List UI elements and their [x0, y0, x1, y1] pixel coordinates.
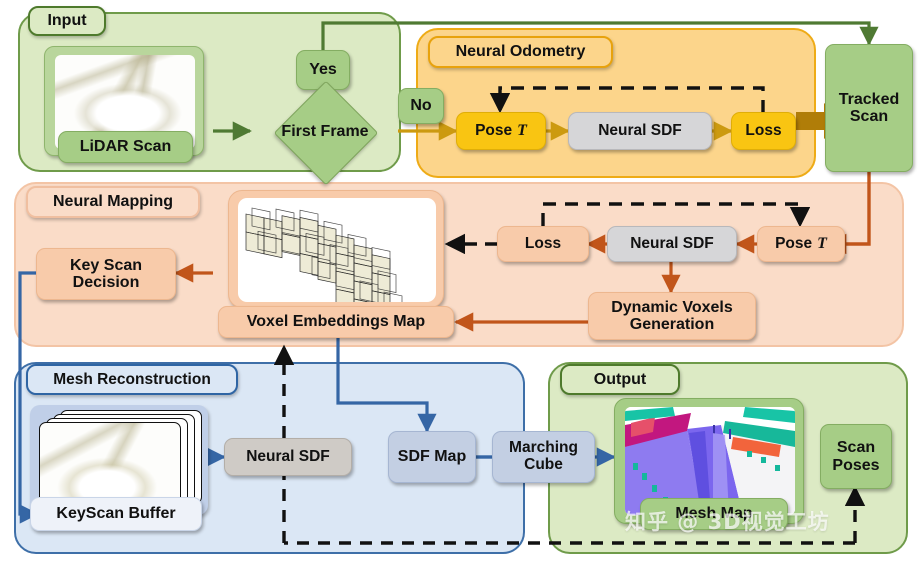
no-branch-label: No	[398, 88, 444, 124]
marching-cube-node: Marching Cube	[492, 431, 595, 483]
tracked-scan-node: Tracked Scan	[825, 44, 913, 172]
group-title-input: Input	[28, 6, 106, 36]
mapping-neural-sdf-node: Neural SDF	[607, 226, 737, 262]
voxel-embeddings-image	[238, 198, 436, 302]
odometry-loss-node: Loss	[731, 112, 796, 150]
key-scan-decision-node: Key Scan Decision	[36, 248, 176, 300]
voxel-embeddings-svg	[245, 207, 403, 302]
odometry-pose-symbol: T	[517, 122, 527, 140]
voxel-embeddings-map-label: Voxel Embeddings Map	[218, 306, 454, 338]
mapping-pose-node: Pose T	[757, 226, 845, 262]
voxel-embeddings-frame	[228, 190, 444, 308]
group-title-neural-mapping: Neural Mapping	[26, 186, 200, 218]
diagram-canvas: Input Neural Odometry Neural Mapping Mes…	[0, 0, 922, 561]
scan-poses-node: Scan Poses	[820, 424, 892, 489]
odometry-neural-sdf-node: Neural SDF	[568, 112, 712, 150]
sdf-map-node: SDF Map	[388, 431, 476, 483]
odometry-pose-prefix: Pose	[475, 121, 513, 139]
odometry-pose-node: Pose T	[456, 112, 546, 150]
lidar-scan-label: LiDAR Scan	[58, 131, 193, 163]
group-title-mesh-reconstruction: Mesh Reconstruction	[26, 364, 238, 395]
first-frame-decision[interactable]: First Frame	[253, 80, 397, 186]
watermark: 知乎 @ 3D视觉工坊	[625, 510, 830, 534]
dynamic-voxels-generation-node: Dynamic Voxels Generation	[588, 292, 756, 340]
group-title-output: Output	[560, 364, 680, 395]
mapping-pose-symbol: T	[817, 235, 827, 253]
mapping-pose-prefix: Pose	[775, 234, 813, 252]
group-title-neural-odometry: Neural Odometry	[428, 36, 613, 68]
first-frame-label: First Frame	[281, 122, 369, 140]
keyscan-buffer-label: KeyScan Buffer	[30, 497, 202, 531]
mapping-loss-node: Loss	[497, 226, 589, 262]
mesh-neural-sdf-node: Neural SDF	[224, 438, 352, 476]
